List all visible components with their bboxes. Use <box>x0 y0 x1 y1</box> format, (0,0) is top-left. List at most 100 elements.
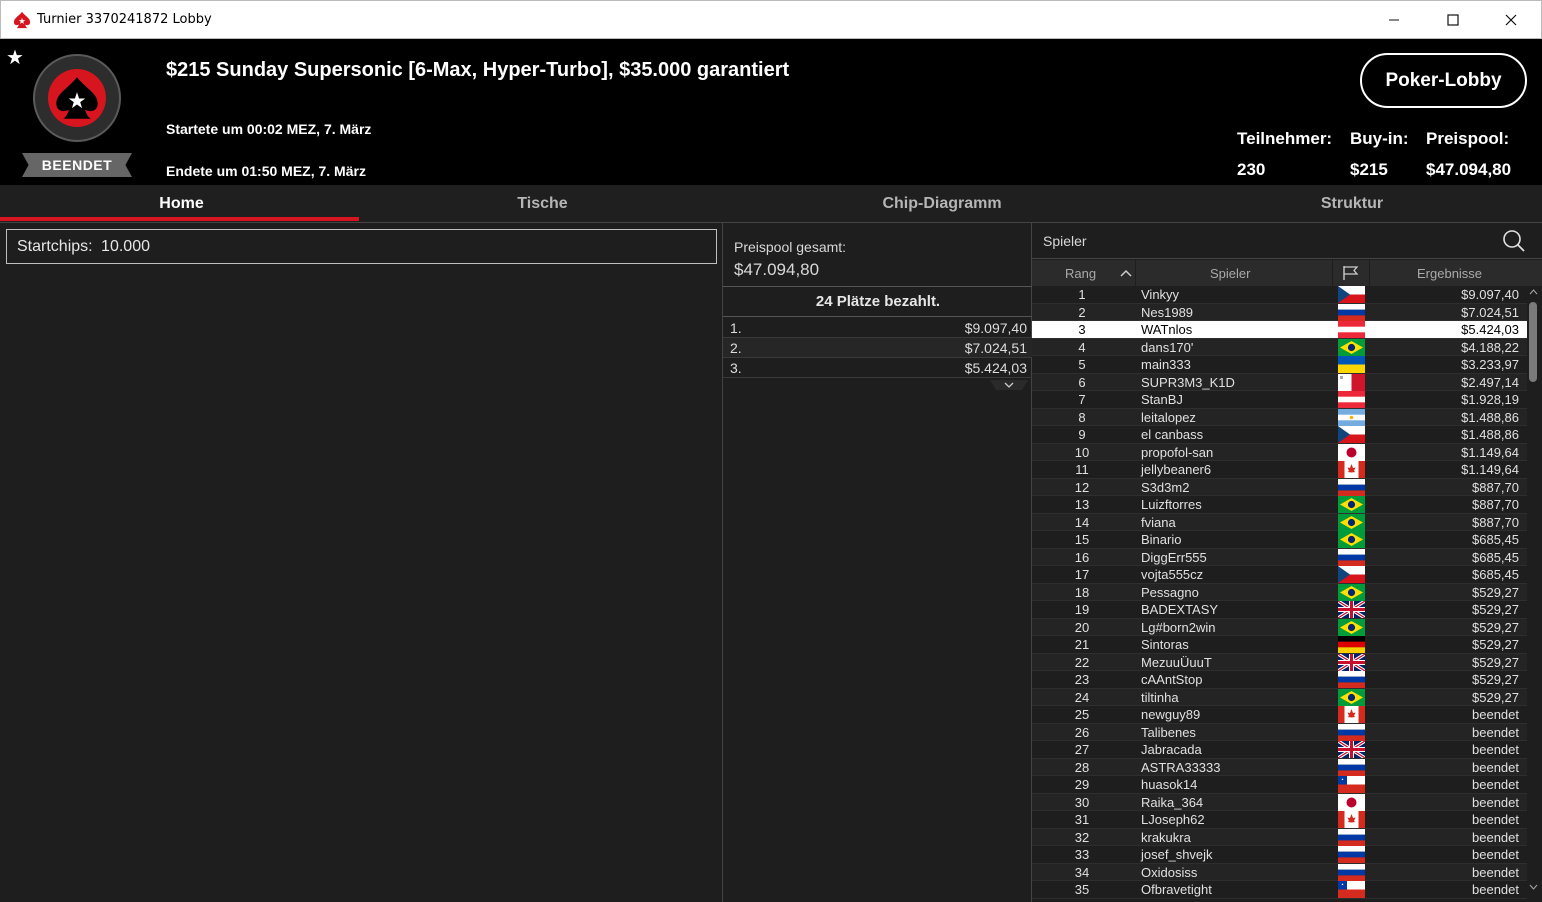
player-row[interactable]: 35Ofbravetightbeendet <box>1032 881 1527 899</box>
player-row[interactable]: 34Oxidosissbeendet <box>1032 864 1527 882</box>
close-icon <box>1505 14 1517 26</box>
player-name: Luizftorres <box>1141 497 1202 512</box>
player-row[interactable]: 28ASTRA33333beendet <box>1032 759 1527 777</box>
minimize-button[interactable] <box>1371 1 1417 39</box>
prize-amount: $9.097,40 <box>965 320 1027 336</box>
maximize-button[interactable] <box>1430 1 1476 39</box>
player-name: Binario <box>1141 532 1181 547</box>
column-results[interactable]: Ergebnisse <box>1417 266 1482 281</box>
player-row[interactable]: 1Vinkyy$9.097,40 <box>1032 286 1527 304</box>
player-row[interactable]: 23cAAntStop$529,27 <box>1032 671 1527 689</box>
at-flag-icon <box>1338 391 1365 408</box>
buyin-value: $215 <box>1350 160 1388 180</box>
player-row[interactable]: 15Binario$685,45 <box>1032 531 1527 549</box>
player-rank: 32 <box>1062 830 1102 845</box>
player-row[interactable]: 27Jabracadabeendet <box>1032 741 1527 759</box>
player-result: beendet <box>1472 865 1519 880</box>
player-result: $1.488,86 <box>1461 427 1519 442</box>
player-row[interactable]: 5main333$3.233,97 <box>1032 356 1527 374</box>
player-result: $9.097,40 <box>1461 287 1519 302</box>
player-result: beendet <box>1472 812 1519 827</box>
player-name: propofol-san <box>1141 445 1213 460</box>
end-time: Endete um 01:50 MEZ, 7. März <box>166 163 366 179</box>
player-rank: 20 <box>1062 620 1102 635</box>
player-row[interactable]: 12S3d3m2$887,70 <box>1032 479 1527 497</box>
players-scrollbar[interactable] <box>1527 286 1540 902</box>
player-name: Jabracada <box>1141 742 1202 757</box>
player-rank: 34 <box>1062 865 1102 880</box>
player-name: Nes1989 <box>1141 305 1193 320</box>
sort-ascending-icon[interactable] <box>1120 268 1132 278</box>
player-row[interactable]: 11jellybeaner6$1.149,64 <box>1032 461 1527 479</box>
flag-column-icon[interactable] <box>1342 265 1360 281</box>
player-rank: 16 <box>1062 550 1102 565</box>
player-row[interactable]: 7StanBJ$1.928,19 <box>1032 391 1527 409</box>
player-result: $529,27 <box>1472 585 1519 600</box>
player-result: $529,27 <box>1472 672 1519 687</box>
player-row[interactable]: 31LJoseph62beendet <box>1032 811 1527 829</box>
player-row[interactable]: 2Nes1989$7.024,51 <box>1032 304 1527 322</box>
player-row[interactable]: 29huasok14beendet <box>1032 776 1527 794</box>
players-table-body: 1Vinkyy$9.097,402Nes1989$7.024,513WATnlo… <box>1032 286 1527 902</box>
window-title: Turnier 3370241872 Lobby <box>37 12 212 27</box>
player-row[interactable]: 19BADEXTASY$529,27 <box>1032 601 1527 619</box>
status-ribbon: BEENDET <box>22 153 132 177</box>
player-row[interactable]: 32krakukrabeendet <box>1032 829 1527 847</box>
column-player[interactable]: Spieler <box>1210 266 1250 281</box>
player-name: BADEXTASY <box>1141 602 1218 617</box>
player-row[interactable]: 24tiltinha$529,27 <box>1032 689 1527 707</box>
br-flag-icon <box>1338 496 1365 513</box>
player-name: krakukra <box>1141 830 1191 845</box>
poker-lobby-button[interactable]: Poker-Lobby <box>1360 53 1527 108</box>
player-name: Ofbravetight <box>1141 882 1212 897</box>
player-row[interactable]: 14fviana$887,70 <box>1032 514 1527 532</box>
search-icon[interactable] <box>1502 229 1526 253</box>
player-rank: 14 <box>1062 515 1102 530</box>
player-name: main333 <box>1141 357 1191 372</box>
tab-chip-chart[interactable]: Chip-Diagramm <box>722 185 1162 223</box>
player-result: $4.188,22 <box>1461 340 1519 355</box>
player-rank: 4 <box>1062 340 1102 355</box>
player-row[interactable]: 20Lg#born2win$529,27 <box>1032 619 1527 637</box>
tournament-title: $215 Sunday Supersonic [6-Max, Hyper-Tur… <box>166 59 789 82</box>
tab-tables[interactable]: Tische <box>363 185 722 223</box>
column-rank[interactable]: Rang <box>1065 266 1096 281</box>
mt-flag-icon <box>1338 374 1365 391</box>
player-row[interactable]: 33josef_shvejkbeendet <box>1032 846 1527 864</box>
player-search[interactable]: Spieler <box>1032 223 1542 259</box>
player-row[interactable]: 13Luizftorres$887,70 <box>1032 496 1527 514</box>
player-name: jellybeaner6 <box>1141 462 1211 477</box>
jp-flag-icon <box>1338 444 1365 461</box>
favorite-star-icon[interactable]: ★ <box>6 45 24 70</box>
player-row[interactable]: 10 propofol-san $1.149,64 <box>1032 444 1527 462</box>
close-button[interactable] <box>1488 1 1534 39</box>
player-row[interactable]: 16DiggErr555$685,45 <box>1032 549 1527 567</box>
player-row[interactable]: 17vojta555cz$685,45 <box>1032 566 1527 584</box>
ru-flag-icon <box>1338 724 1365 741</box>
player-result: $5.424,03 <box>1461 322 1519 337</box>
player-result: beendet <box>1472 707 1519 722</box>
prizepool-value: $47.094,80 <box>1426 160 1511 180</box>
scroll-down-icon[interactable] <box>1529 884 1538 890</box>
player-row[interactable]: 25newguy89beendet <box>1032 706 1527 724</box>
player-row[interactable]: 8leitalopez$1.488,86 <box>1032 409 1527 427</box>
player-rank: 26 <box>1062 725 1102 740</box>
player-row[interactable]: 26Talibenesbeendet <box>1032 724 1527 742</box>
player-row[interactable]: 6SUPR3M3_K1D$2.497,14 <box>1032 374 1527 392</box>
player-row[interactable]: 3WATnlos$5.424,03 <box>1032 321 1527 339</box>
player-result: beendet <box>1472 742 1519 757</box>
expand-prizes-chevron-icon[interactable] <box>990 380 1028 392</box>
tab-structure[interactable]: Struktur <box>1162 185 1542 223</box>
player-rank: 10 <box>1062 445 1102 460</box>
player-row[interactable]: 9el canbass$1.488,86 <box>1032 426 1527 444</box>
player-result: $1.149,64 <box>1461 445 1519 460</box>
scroll-up-icon[interactable] <box>1529 289 1538 295</box>
scroll-thumb[interactable] <box>1529 302 1537 382</box>
player-row[interactable]: 22MezuuÜuuT$529,27 <box>1032 654 1527 672</box>
player-name: cAAntStop <box>1141 672 1202 687</box>
player-result: $2.497,14 <box>1461 375 1519 390</box>
player-row[interactable]: 4dans170'$4.188,22 <box>1032 339 1527 357</box>
player-row[interactable]: 21Sintoras$529,27 <box>1032 636 1527 654</box>
player-row[interactable]: 30Raika_364beendet <box>1032 794 1527 812</box>
player-row[interactable]: 18Pessagno$529,27 <box>1032 584 1527 602</box>
